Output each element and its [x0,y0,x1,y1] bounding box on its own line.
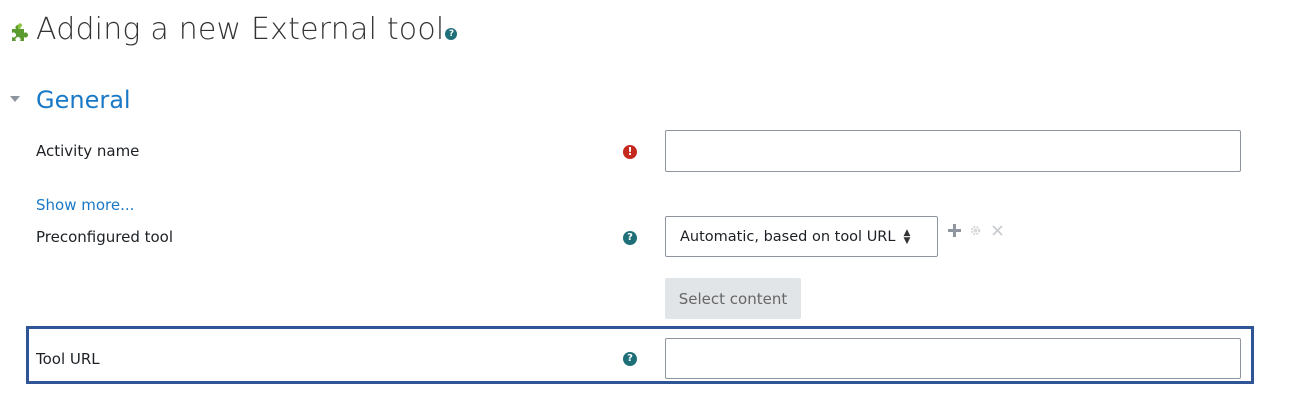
activity-name-label: Activity name [36,142,140,160]
page-heading: Adding a new External tool ? [8,6,458,52]
caret-down-icon[interactable] [8,92,22,106]
section-title-general[interactable]: General [36,86,131,114]
help-icon[interactable]: ? [445,28,458,40]
help-icon[interactable]: ? [623,231,637,245]
close-icon[interactable] [992,225,1003,236]
page-title: Adding a new External tool [36,11,445,47]
preconfigured-tool-label: Preconfigured tool [36,228,174,246]
tool-url-label: Tool URL [36,350,100,368]
select-arrows-icon: ▲ ▼ [903,227,911,246]
tool-url-input[interactable] [665,338,1241,379]
add-icon[interactable] [948,224,961,237]
gear-icon[interactable] [970,225,981,236]
preconfigured-tool-select[interactable]: Automatic, based on tool URL ▲ ▼ [665,216,938,257]
activity-name-input[interactable] [665,130,1241,172]
select-content-button[interactable]: Select content [665,278,801,319]
puzzle-piece-icon [12,23,28,41]
help-icon[interactable]: ? [623,352,637,366]
selected-option: Automatic, based on tool URL [680,228,896,245]
show-more-link[interactable]: Show more... [36,196,134,214]
required-error-icon[interactable]: ! [623,145,637,159]
